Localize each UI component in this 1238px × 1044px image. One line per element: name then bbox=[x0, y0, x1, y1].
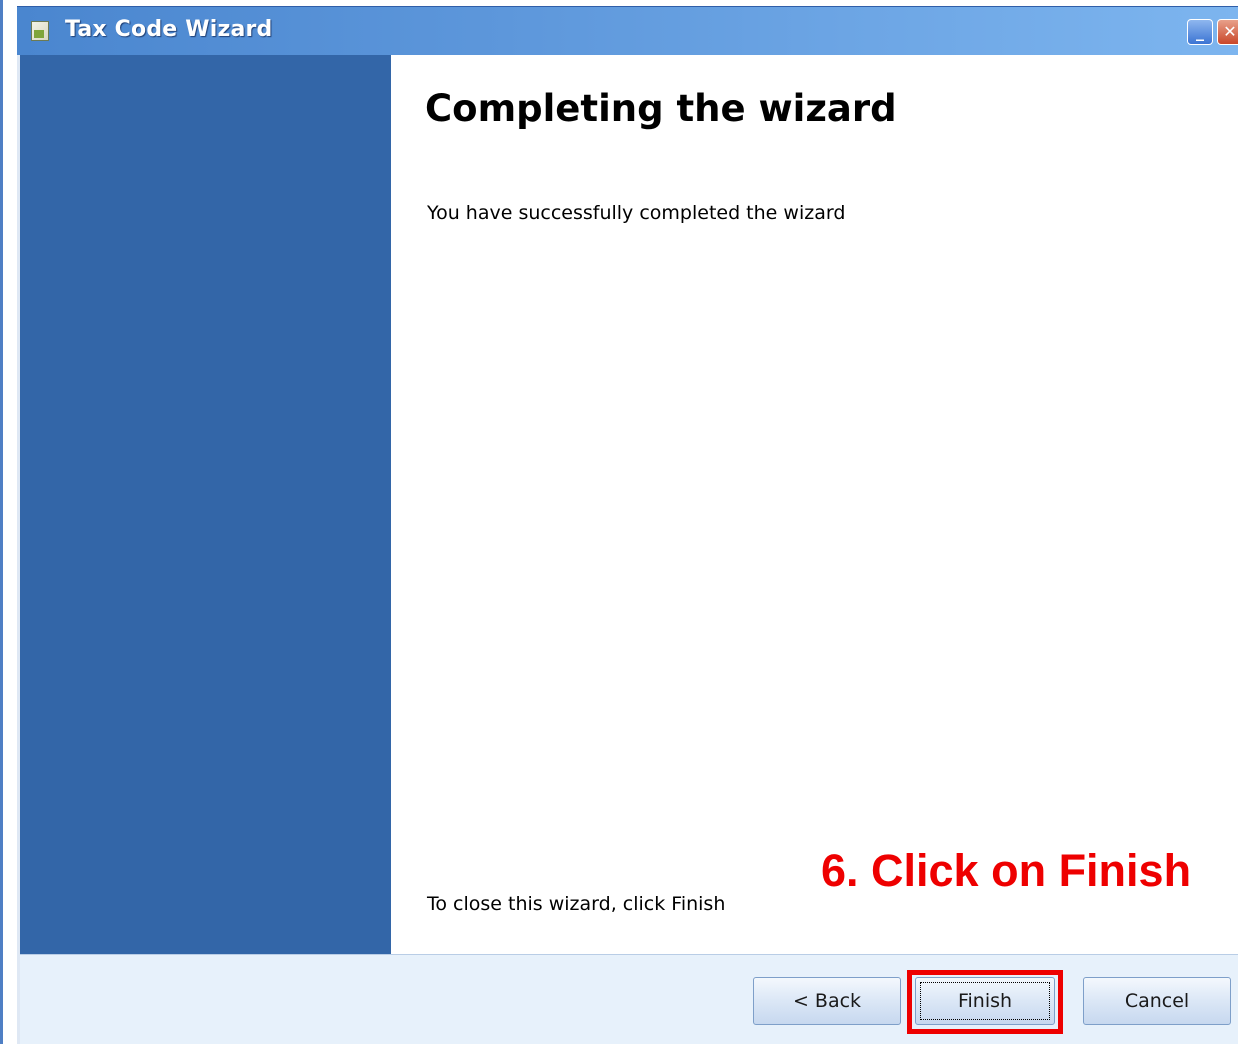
back-button[interactable]: < Back bbox=[753, 977, 901, 1025]
cancel-button[interactable]: Cancel bbox=[1083, 977, 1231, 1025]
window-title: Tax Code Wizard bbox=[65, 17, 273, 42]
finish-highlight-box bbox=[907, 970, 1063, 1034]
minimize-button[interactable]: _ bbox=[1187, 19, 1213, 45]
button-bar: < Back Finish Cancel bbox=[20, 954, 1238, 1044]
title-bar[interactable]: Tax Code Wizard _ ✕ bbox=[17, 6, 1238, 55]
close-instruction: To close this wizard, click Finish bbox=[427, 893, 726, 915]
completion-message: You have successfully completed the wiza… bbox=[427, 202, 846, 224]
close-button[interactable]: ✕ bbox=[1217, 19, 1238, 45]
page-title: Completing the wizard bbox=[425, 87, 897, 130]
wizard-content: Completing the wizard You have successfu… bbox=[391, 55, 1238, 954]
wizard-sidebar-panel bbox=[20, 55, 391, 954]
wizard-app-icon bbox=[31, 21, 49, 41]
instruction-annotation: 6. Click on Finish bbox=[821, 845, 1192, 896]
wizard-window: Tax Code Wizard _ ✕ Completing the wizar… bbox=[0, 0, 1238, 1044]
